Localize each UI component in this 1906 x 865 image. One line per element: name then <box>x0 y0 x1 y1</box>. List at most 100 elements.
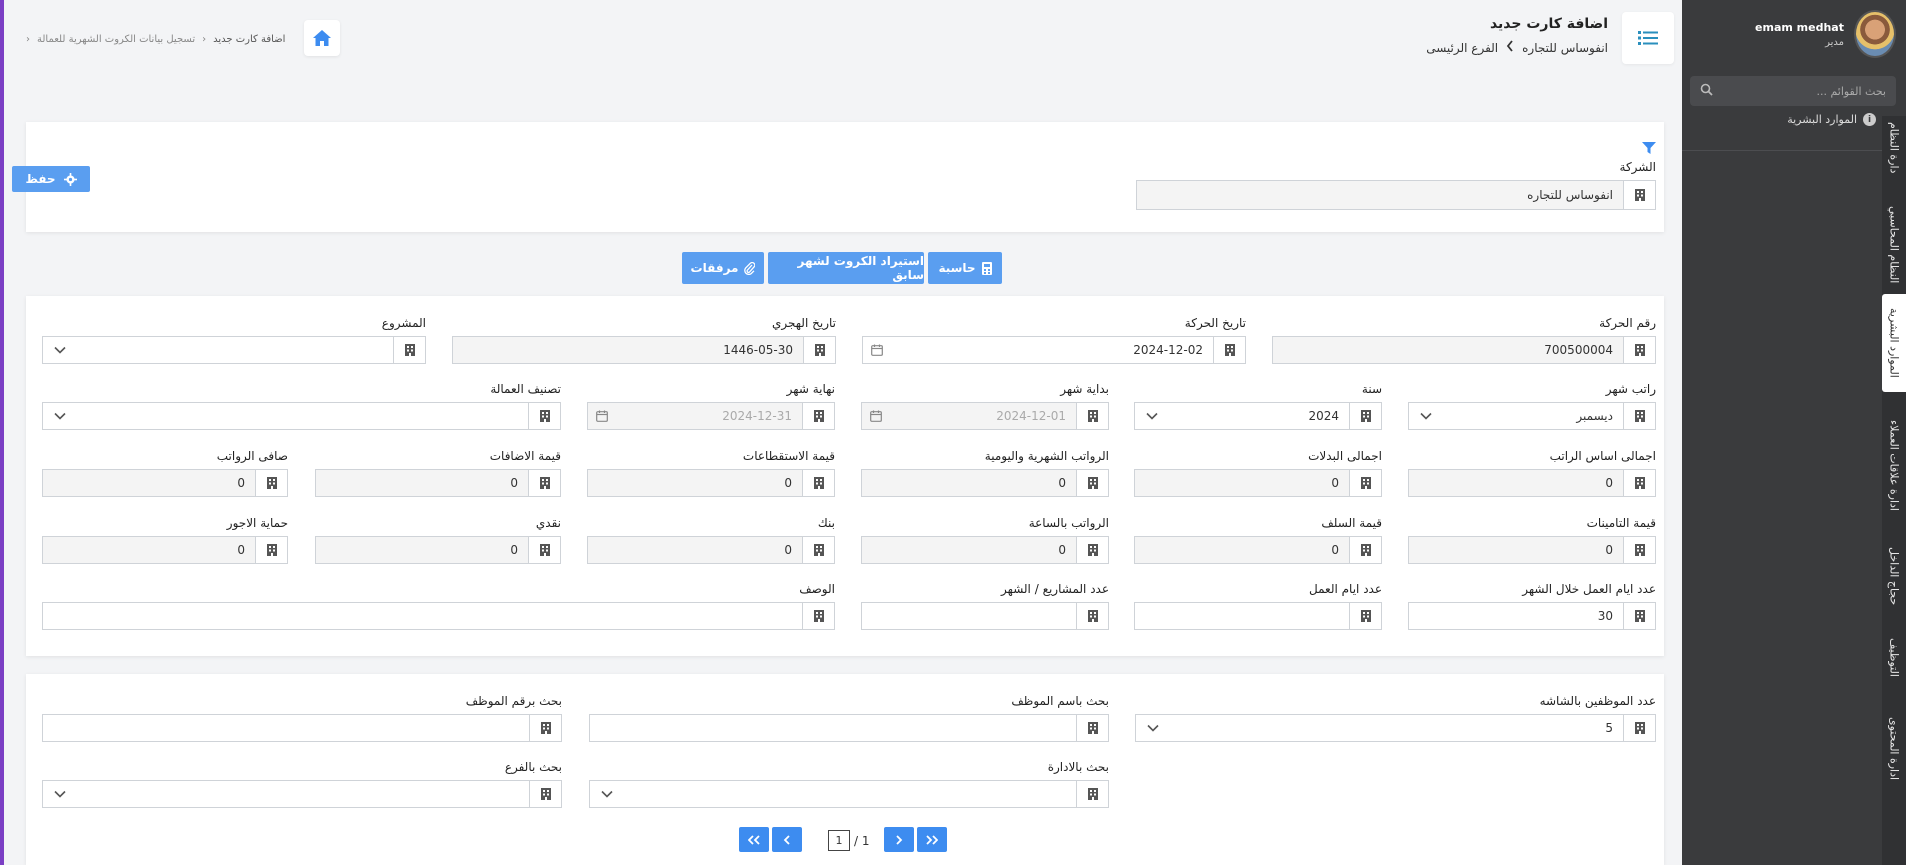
card-form: رقم الحركة 700500004 تاريخ الحركة 2024-1… <box>26 296 1664 656</box>
chevron-down-icon[interactable] <box>43 346 77 354</box>
building-icon <box>1623 337 1655 363</box>
movement-number-field: 700500004 <box>1272 336 1656 364</box>
save-button[interactable]: حفظ <box>12 166 90 192</box>
net-salaries-field: 0 <box>42 469 288 497</box>
additions-value-label: قيمة الاضافات <box>489 449 561 463</box>
company-field[interactable]: انفوساس للتجاره <box>1136 180 1656 210</box>
import-label: استيراد الكروت لشهر سابق <box>797 254 925 282</box>
chevron-down-icon[interactable] <box>1409 412 1443 420</box>
cash-label: نقدي <box>535 516 561 530</box>
pager-prev-button[interactable] <box>772 827 802 852</box>
breadcrumb-separator: ‹ <box>202 34 207 45</box>
projects-per-month-input[interactable] <box>861 602 1109 630</box>
building-icon <box>1349 403 1381 429</box>
sidebar: emam medhat مدير i الموارد البشرية دارة … <box>1682 0 1906 865</box>
building-icon <box>802 537 834 563</box>
building-icon <box>802 403 834 429</box>
search-by-name-input[interactable] <box>589 714 1109 742</box>
attachments-button[interactable]: مرفقات <box>682 252 764 284</box>
building-icon <box>1076 537 1108 563</box>
import-previous-month-button[interactable]: استيراد الكروت لشهر سابق <box>768 252 924 284</box>
company-card: الشركة انفوساس للتجاره <box>26 122 1664 232</box>
building-icon <box>528 537 560 563</box>
year-label: سنة <box>1361 382 1382 396</box>
advances-value-field: 0 <box>1134 536 1382 564</box>
building-icon <box>1076 715 1108 741</box>
chevron-down-icon[interactable] <box>590 790 624 798</box>
building-icon <box>1076 781 1108 807</box>
sidebar-search <box>1690 76 1896 106</box>
labor-class-select[interactable] <box>42 402 561 430</box>
search-icon[interactable] <box>1700 83 1713 100</box>
tab-system-admin[interactable]: دارة النظام <box>1882 116 1906 180</box>
salary-month-select[interactable]: ديسمبر <box>1408 402 1656 430</box>
save-label: حفظ <box>25 172 56 186</box>
total-basic-salary-label: اجمالى اساس الراتب <box>1549 449 1656 463</box>
pager-next-button[interactable] <box>884 827 914 852</box>
description-input[interactable] <box>42 602 835 630</box>
building-icon <box>1623 181 1655 209</box>
menu-toggle-button[interactable] <box>1622 12 1674 64</box>
pager-last-button[interactable] <box>917 827 947 852</box>
pager-first-button[interactable] <box>739 827 769 852</box>
total-allowances-label: اجمالى البدلات <box>1308 449 1382 463</box>
sidebar-item-label: الموارد البشرية <box>1787 113 1857 126</box>
filter-icon[interactable] <box>1642 142 1656 154</box>
chevron-down-icon[interactable] <box>43 412 77 420</box>
insurance-value-label: قيمة التامينات <box>1586 516 1656 530</box>
movement-date-field[interactable]: 2024-12-02 <box>862 336 1246 364</box>
calculator-button[interactable]: حاسبة <box>928 252 1002 284</box>
home-button[interactable] <box>304 20 340 56</box>
double-chevron-left-icon <box>748 834 760 845</box>
movement-date-label: تاريخ الحركة <box>1184 316 1246 330</box>
year-select[interactable]: 2024 <box>1134 402 1382 430</box>
building-icon <box>1623 537 1655 563</box>
month-start-field: 2024-12-01 <box>861 402 1109 430</box>
chevron-down-icon[interactable] <box>1136 724 1170 732</box>
project-select[interactable] <box>42 336 426 364</box>
breadcrumb-parent-link[interactable]: تسجيل بيانات الكروت الشهرية للعمالة <box>37 34 195 45</box>
company-label: الشركة <box>1619 160 1656 174</box>
projects-per-month-label: عدد المشاريع / الشهر <box>1001 582 1109 596</box>
branch-name[interactable]: الفرع الرئيسى <box>1426 41 1498 55</box>
company-name[interactable]: انفوساس للتجاره <box>1522 41 1608 55</box>
search-by-branch-label: بحث بالفرع <box>504 760 562 774</box>
employees-on-screen-select[interactable]: 5 <box>1135 714 1656 742</box>
search-by-department-select[interactable] <box>589 780 1109 808</box>
monthly-daily-salaries-label: الرواتب الشهرية واليومية <box>984 449 1109 463</box>
tab-recruitment[interactable]: التوظيف <box>1882 620 1906 694</box>
attachments-label: مرفقات <box>690 261 739 275</box>
total-allowances-field: 0 <box>1134 469 1382 497</box>
building-icon <box>1349 470 1381 496</box>
search-by-number-input[interactable] <box>42 714 562 742</box>
pager-indicator: 1 / 1 <box>828 830 870 851</box>
work-days-input[interactable] <box>1134 602 1382 630</box>
description-label: الوصف <box>799 582 835 596</box>
gear-icon <box>63 172 77 186</box>
calendar-icon[interactable] <box>863 344 891 356</box>
tab-content-management[interactable]: ادارة المحتوى <box>1882 702 1906 796</box>
home-icon <box>313 30 331 46</box>
sidebar-item-hr[interactable]: i الموارد البشرية <box>1787 113 1876 126</box>
chevron-down-icon[interactable] <box>1135 412 1169 420</box>
work-days-in-month-input[interactable]: 30 <box>1408 602 1656 630</box>
tab-accounting[interactable]: النظام المحاسبي <box>1882 190 1906 300</box>
building-icon <box>528 470 560 496</box>
sidebar-search-input[interactable] <box>1726 84 1886 98</box>
tab-hr[interactable]: الموارد البشرية <box>1882 294 1906 392</box>
building-icon <box>1623 603 1655 629</box>
user-profile[interactable]: emam medhat مدير <box>1755 6 1896 62</box>
search-by-branch-select[interactable] <box>42 780 562 808</box>
work-days-in-month-label: عدد ايام العمل خلال الشهر <box>1522 582 1656 596</box>
user-role: مدير <box>1825 36 1844 48</box>
list-icon <box>1638 31 1658 45</box>
breadcrumb-current: اضافة كارت جديد <box>213 34 286 45</box>
building-icon <box>1076 603 1108 629</box>
page-number-input[interactable]: 1 <box>828 830 850 851</box>
info-icon: i <box>1863 113 1876 126</box>
tab-crm[interactable]: ادارة علاقات العملاء <box>1882 402 1906 528</box>
chevron-down-icon[interactable] <box>43 790 77 798</box>
tab-domestic-pilgrims[interactable]: حجاج الداخل <box>1882 536 1906 616</box>
building-icon <box>1213 337 1245 363</box>
work-days-label: عدد ايام العمل <box>1309 582 1382 596</box>
